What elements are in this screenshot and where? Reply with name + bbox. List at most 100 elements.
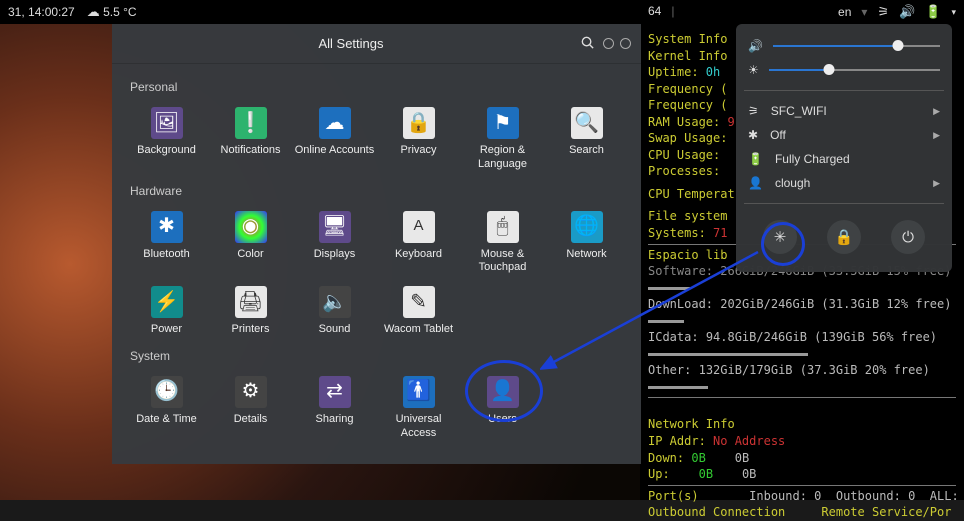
volume-icon: 🔊 (748, 39, 763, 53)
settings-title: All Settings (122, 36, 580, 51)
label: Universal Access (378, 413, 460, 441)
keyboard-icon: A (403, 211, 435, 243)
chevron-right-icon: ▶ (933, 106, 940, 117)
label: Mouse & Touchpad (462, 248, 544, 276)
user-icon: 👤 (748, 176, 763, 190)
bluetooth-icon: ✱ (151, 211, 183, 243)
settings-network[interactable]: 🌐 Network (546, 208, 628, 276)
displays-icon: 🖥 (319, 211, 351, 243)
settings-universal-access[interactable]: 🚹 Universal Access (378, 373, 460, 441)
wifi-menu-item[interactable]: ⚞ SFC_WIFI ▶ (748, 99, 940, 123)
label: Online Accounts (294, 144, 376, 158)
power-icon: ⏻ (902, 229, 914, 246)
universal-access-icon: 🚹 (403, 376, 435, 408)
volume-icon[interactable]: 🔊 (899, 4, 915, 20)
brightness-slider[interactable]: ☀ (748, 58, 940, 82)
wifi-icon: ⚞ (748, 104, 759, 118)
volume-slider[interactable]: 🔊 (748, 34, 940, 58)
settings-region[interactable]: ⚑ Region & Language (462, 104, 544, 172)
settings-notifications[interactable]: ❕ Notifications (210, 104, 292, 172)
system-status-menu: 🔊 ☀ ⚞ SFC_WIFI ▶ ✱ Off ▶ 🔋 Fully Charged… (736, 24, 952, 272)
mouse-icon: 🖱 (487, 211, 519, 243)
battery-icon: 🔋 (748, 152, 763, 166)
settings-power[interactable]: ⚡ Power (126, 283, 208, 337)
chevron-right-icon: ▶ (933, 178, 940, 189)
sound-icon: 🔈 (319, 286, 351, 318)
users-icon: 👤 (487, 376, 519, 408)
label: Privacy (378, 144, 460, 158)
printers-icon: 🖨 (235, 286, 267, 318)
weather-icon: ☁ (87, 4, 100, 19)
bt-label: Off (770, 128, 786, 142)
privacy-icon: 🔒 (403, 107, 435, 139)
brightness-icon: ☀ (748, 63, 759, 77)
region-icon: ⚑ (487, 107, 519, 139)
settings-details[interactable]: ⚙ Details (210, 373, 292, 441)
label: Users (462, 413, 544, 427)
label: Details (210, 413, 292, 427)
settings-sound[interactable]: 🔈 Sound (294, 283, 376, 337)
section-system: System (130, 349, 627, 363)
datetime-icon: 🕒 (151, 376, 183, 408)
label: Color (210, 248, 292, 262)
section-hardware: Hardware (130, 184, 627, 198)
settings-printers[interactable]: 🖨 Printers (210, 283, 292, 337)
battery-icon[interactable]: 🔋 (925, 4, 941, 20)
bluetooth-icon: ✱ (748, 128, 758, 142)
details-icon: ⚙ (235, 376, 267, 408)
label: Printers (210, 323, 292, 337)
power-icon: ⚡ (151, 286, 183, 318)
status-caret-icon[interactable]: ▾ (951, 7, 956, 18)
settings-users[interactable]: 👤 Users (462, 373, 544, 441)
all-settings-window: All Settings Personal 🖼 Background ❕ Not… (112, 24, 641, 464)
label: Notifications (210, 144, 292, 158)
snowflake-icon: ✳ (774, 228, 787, 246)
settings-background[interactable]: 🖼 Background (126, 104, 208, 172)
settings-datetime[interactable]: 🕒 Date & Time (126, 373, 208, 441)
wacom-icon: ✎ (403, 286, 435, 318)
label: Background (126, 144, 208, 158)
settings-keyboard[interactable]: A Keyboard (378, 208, 460, 276)
user-label: clough (775, 176, 810, 190)
battery-menu-item[interactable]: 🔋 Fully Charged (748, 147, 940, 171)
settings-button[interactable]: ✳ (763, 220, 797, 254)
user-menu-item[interactable]: 👤 clough ▶ (748, 171, 940, 195)
settings-wacom[interactable]: ✎ Wacom Tablet (378, 283, 460, 337)
bluetooth-menu-item[interactable]: ✱ Off ▶ (748, 123, 940, 147)
settings-search[interactable]: 🔍 Search (546, 104, 628, 172)
background-icon: 🖼 (151, 107, 183, 139)
label: Region & Language (462, 144, 544, 172)
clock: 31, 14:00:27 (8, 5, 75, 19)
wifi-icon[interactable]: ⚞ (877, 4, 889, 20)
window-minimize-button[interactable] (603, 38, 614, 49)
settings-online-accounts[interactable]: ☁ Online Accounts (294, 104, 376, 172)
power-button[interactable]: ⏻ (891, 220, 925, 254)
search-icon: 🔍 (571, 107, 603, 139)
settings-displays[interactable]: 🖥 Displays (294, 208, 376, 276)
settings-bluetooth[interactable]: ✱ Bluetooth (126, 208, 208, 276)
battery-label: Fully Charged (775, 152, 850, 166)
lock-icon: 🔒 (835, 228, 854, 246)
status-separator: ▾ (861, 5, 867, 19)
settings-mouse[interactable]: 🖱 Mouse & Touchpad (462, 208, 544, 276)
chevron-right-icon: ▶ (933, 130, 940, 141)
notifications-icon: ❕ (235, 107, 267, 139)
network-icon: 🌐 (571, 211, 603, 243)
arch-label: 64 (648, 4, 661, 18)
settings-sharing[interactable]: ⇄ Sharing (294, 373, 376, 441)
label: Search (546, 144, 628, 158)
label: Wacom Tablet (378, 323, 460, 337)
sharing-icon: ⇄ (319, 376, 351, 408)
label: Keyboard (378, 248, 460, 262)
settings-privacy[interactable]: 🔒 Privacy (378, 104, 460, 172)
window-maximize-button[interactable] (620, 38, 631, 49)
lock-button[interactable]: 🔒 (827, 220, 861, 254)
online-accounts-icon: ☁ (319, 107, 351, 139)
label: Power (126, 323, 208, 337)
settings-color[interactable]: ◉ Color (210, 208, 292, 276)
keyboard-layout[interactable]: en (838, 5, 851, 19)
settings-search-button[interactable] (580, 35, 595, 53)
label: Network (546, 248, 628, 262)
label: Sharing (294, 413, 376, 427)
label: Date & Time (126, 413, 208, 427)
